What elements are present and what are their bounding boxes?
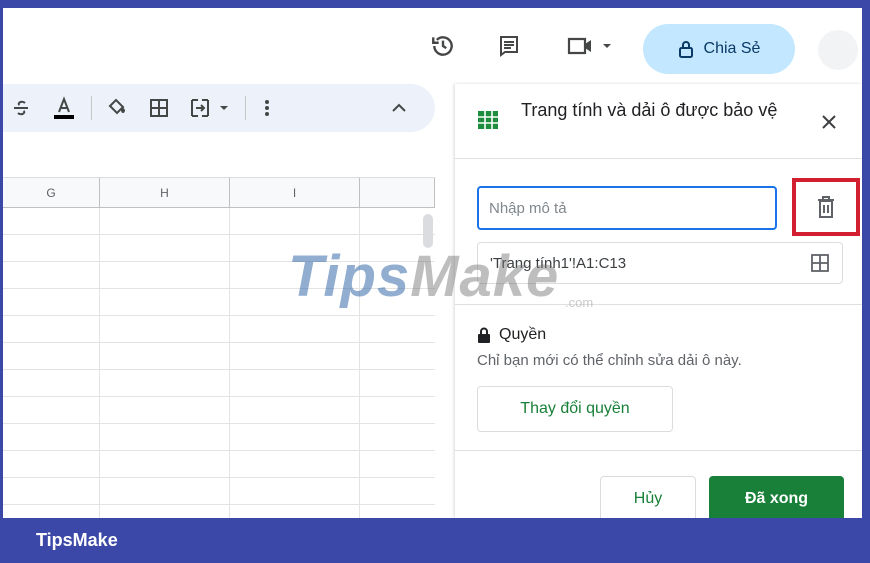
- panel-title: Trang tính và dải ô được bảo vệ: [521, 100, 778, 120]
- grid-line: [3, 315, 435, 316]
- formula-bar[interactable]: [3, 140, 435, 178]
- frame-top: [0, 0, 870, 8]
- column-header-i[interactable]: I: [230, 178, 360, 208]
- panel-divider: [455, 450, 862, 451]
- description-input[interactable]: [477, 186, 777, 230]
- grid-line: [3, 477, 435, 478]
- collapse-icon[interactable]: [387, 96, 411, 120]
- lock-icon: [678, 41, 693, 58]
- cancel-button[interactable]: Hủy: [600, 476, 696, 522]
- avatar[interactable]: [818, 30, 858, 70]
- footer-bar: TipsMake: [0, 518, 870, 563]
- permission-description: Chỉ bạn mới có thể chỉnh sửa dải ô này.: [477, 352, 742, 369]
- column-header-g[interactable]: G: [3, 178, 100, 208]
- trash-icon: [818, 196, 834, 218]
- grid-line: [99, 208, 100, 518]
- permission-heading-label: Quyền: [499, 326, 547, 343]
- grid-range-icon[interactable]: [810, 253, 830, 273]
- close-icon[interactable]: [817, 110, 841, 134]
- grid-line: [3, 423, 435, 424]
- grid-line: [3, 342, 435, 343]
- done-button[interactable]: Đã xong: [709, 476, 844, 522]
- frame-right: [862, 0, 870, 563]
- history-icon[interactable]: [427, 30, 459, 62]
- borders-icon[interactable]: [147, 96, 171, 120]
- panel-divider: [455, 158, 862, 159]
- app-bar: Chia Sẻ: [3, 8, 862, 78]
- grid-line: [3, 504, 435, 505]
- merge-cells-icon[interactable]: [189, 96, 233, 120]
- toolbar-divider: [245, 96, 246, 120]
- permission-heading: Quyền: [477, 326, 546, 344]
- grid-line: [3, 450, 435, 451]
- format-toolbar: [3, 84, 435, 132]
- grid-line: [3, 369, 435, 370]
- change-permission-button[interactable]: Thay đổi quyền: [477, 386, 673, 432]
- lock-icon: [478, 327, 490, 343]
- sheet-grid[interactable]: G H I: [3, 178, 435, 518]
- watermark-logo-first: Tips: [288, 244, 411, 309]
- watermark-suffix: .com: [565, 295, 594, 310]
- sheets-table-icon: [477, 110, 499, 130]
- grid-line: [3, 396, 435, 397]
- text-color-icon[interactable]: [49, 96, 79, 120]
- watermark-logo-rest: Make: [410, 244, 560, 309]
- delete-button[interactable]: [792, 178, 860, 236]
- grid-line: [229, 208, 230, 518]
- fill-color-icon[interactable]: [103, 96, 131, 120]
- strikethrough-icon[interactable]: [11, 96, 31, 120]
- column-header-h[interactable]: H: [100, 178, 230, 208]
- share-button[interactable]: Chia Sẻ: [643, 24, 795, 74]
- grid-line: [3, 234, 435, 235]
- meet-icon[interactable]: [559, 30, 619, 62]
- comment-icon[interactable]: [493, 30, 525, 62]
- column-header-next[interactable]: [360, 178, 435, 208]
- toolbar-divider: [91, 96, 92, 120]
- share-label: Chia Sẻ: [703, 40, 761, 57]
- footer-brand: TipsMake: [36, 530, 118, 550]
- more-vert-icon[interactable]: [259, 96, 275, 120]
- watermark-logo: TipsMake: [288, 243, 559, 310]
